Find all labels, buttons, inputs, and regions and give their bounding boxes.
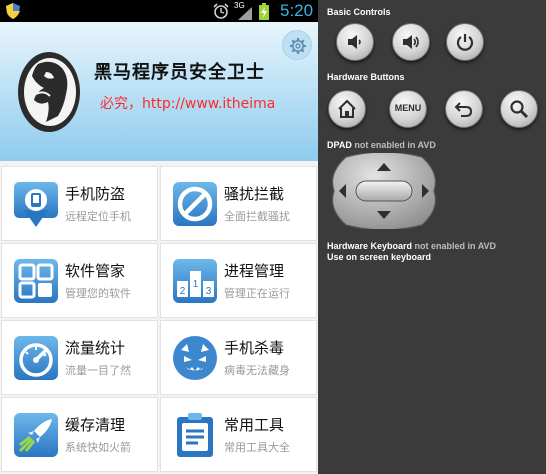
tile-harass-block[interactable]: 骚扰拦截 全面拦截骚扰 bbox=[160, 166, 317, 241]
settings-button[interactable] bbox=[282, 30, 312, 60]
menu-button[interactable]: MENU bbox=[389, 90, 427, 128]
tile-description: 远程定位手机 bbox=[65, 210, 131, 223]
tile-title: 常用工具 bbox=[224, 416, 285, 434]
tile-process-manager[interactable]: 2 1 3 进程管理 管理正在运行 bbox=[160, 243, 317, 318]
tile-traffic-stats[interactable]: 流量统计 流量一目了然 bbox=[1, 320, 158, 395]
marquee-text: 版必究，http://www.itheima bbox=[100, 96, 276, 112]
tile-title: 缓存清理 bbox=[65, 416, 126, 434]
virus-monster-icon bbox=[173, 336, 217, 380]
tile-title: 手机防盗 bbox=[65, 185, 126, 203]
block-icon bbox=[173, 182, 217, 226]
location-pin-icon bbox=[14, 182, 58, 227]
svg-text:3: 3 bbox=[206, 286, 212, 297]
tile-description: 管理正在运行 bbox=[224, 287, 290, 300]
keyboard-title: Hardware Keyboard bbox=[327, 241, 413, 251]
signal-icon bbox=[238, 7, 252, 20]
tile-title: 流量统计 bbox=[65, 339, 126, 357]
volume-up-button[interactable] bbox=[392, 23, 430, 61]
keyboard-status: not enabled in AVD bbox=[414, 241, 497, 251]
power-button[interactable] bbox=[446, 23, 484, 61]
dpad-title: DPAD bbox=[327, 140, 352, 150]
tile-description: 流量一目了然 bbox=[65, 364, 131, 377]
back-button[interactable] bbox=[445, 90, 483, 128]
alarm-icon bbox=[213, 3, 229, 19]
tile-title: 骚扰拦截 bbox=[224, 185, 285, 203]
horse-logo-icon bbox=[18, 52, 80, 132]
apps-grid-icon bbox=[14, 259, 58, 303]
phone-screen: 3G 5:20 黑马程序员安全卫士 版必究，http://www.itheima bbox=[0, 0, 318, 474]
dpad-control[interactable] bbox=[330, 153, 438, 229]
tile-cache-cleanup[interactable]: 缓存清理 系统快如火箭 bbox=[1, 397, 158, 472]
hardware-buttons-label: Hardware Buttons bbox=[327, 72, 405, 82]
tile-title: 进程管理 bbox=[224, 262, 285, 280]
back-icon bbox=[454, 102, 473, 117]
process-icon: 2 1 3 bbox=[173, 259, 217, 303]
svg-text:2: 2 bbox=[180, 286, 186, 297]
marquee-banner: 版必究，http://www.itheima bbox=[100, 94, 307, 114]
home-button[interactable] bbox=[328, 90, 366, 128]
tile-software-manager[interactable]: 软件管家 管理您的软件 bbox=[1, 243, 158, 318]
search-button[interactable] bbox=[500, 90, 538, 128]
toolbox-icon bbox=[177, 413, 213, 457]
search-icon bbox=[510, 100, 529, 119]
menu-button-label: MENU bbox=[394, 103, 422, 113]
basic-controls-label: Basic Controls bbox=[327, 7, 391, 17]
tile-description: 全面拦截骚扰 bbox=[224, 210, 290, 223]
tile-phone-antitheft[interactable]: 手机防盗 远程定位手机 bbox=[1, 166, 158, 241]
status-bar: 3G 5:20 bbox=[0, 0, 318, 22]
volume-down-icon bbox=[348, 35, 361, 49]
dpad-label: DPAD not enabled in AVD bbox=[327, 140, 436, 150]
volume-up-icon bbox=[403, 35, 419, 49]
gear-icon bbox=[290, 38, 306, 54]
speedometer-icon bbox=[14, 336, 58, 380]
tile-description: 病毒无法藏身 bbox=[224, 364, 290, 377]
svg-text:1: 1 bbox=[193, 279, 199, 290]
power-icon bbox=[456, 34, 474, 51]
onscreen-keyboard-hint: Use on screen keyboard bbox=[327, 252, 432, 262]
tile-common-tools[interactable]: 常用工具 常用工具大全 bbox=[160, 397, 317, 472]
emulator-controls: Basic Controls Hardware Buttons MENU DPA… bbox=[318, 0, 546, 474]
dpad-status: not enabled in AVD bbox=[354, 140, 436, 150]
tile-description: 系统快如火箭 bbox=[65, 441, 131, 454]
feature-grid: 手机防盗 远程定位手机 骚扰拦截 全面拦截骚扰 软件管家 管理您的软件 2 1 … bbox=[0, 161, 318, 474]
tile-description: 常用工具大全 bbox=[224, 441, 290, 454]
battery-charging-icon bbox=[259, 3, 269, 20]
app-title: 黑马程序员安全卫士 bbox=[94, 62, 265, 83]
tile-antivirus[interactable]: 手机杀毒 病毒无法藏身 bbox=[160, 320, 317, 395]
tile-title: 软件管家 bbox=[65, 262, 126, 280]
tile-description: 管理您的软件 bbox=[65, 287, 131, 300]
clock: 5:20 bbox=[280, 1, 314, 20]
shield-icon bbox=[6, 3, 20, 19]
volume-down-button[interactable] bbox=[336, 23, 374, 61]
rocket-icon bbox=[14, 413, 58, 457]
app-header: 黑马程序员安全卫士 版必究，http://www.itheima bbox=[0, 22, 318, 161]
hardware-keyboard-label: Hardware Keyboard not enabled in AVD bbox=[327, 241, 496, 251]
home-icon bbox=[338, 99, 356, 118]
tile-title: 手机杀毒 bbox=[224, 339, 285, 357]
